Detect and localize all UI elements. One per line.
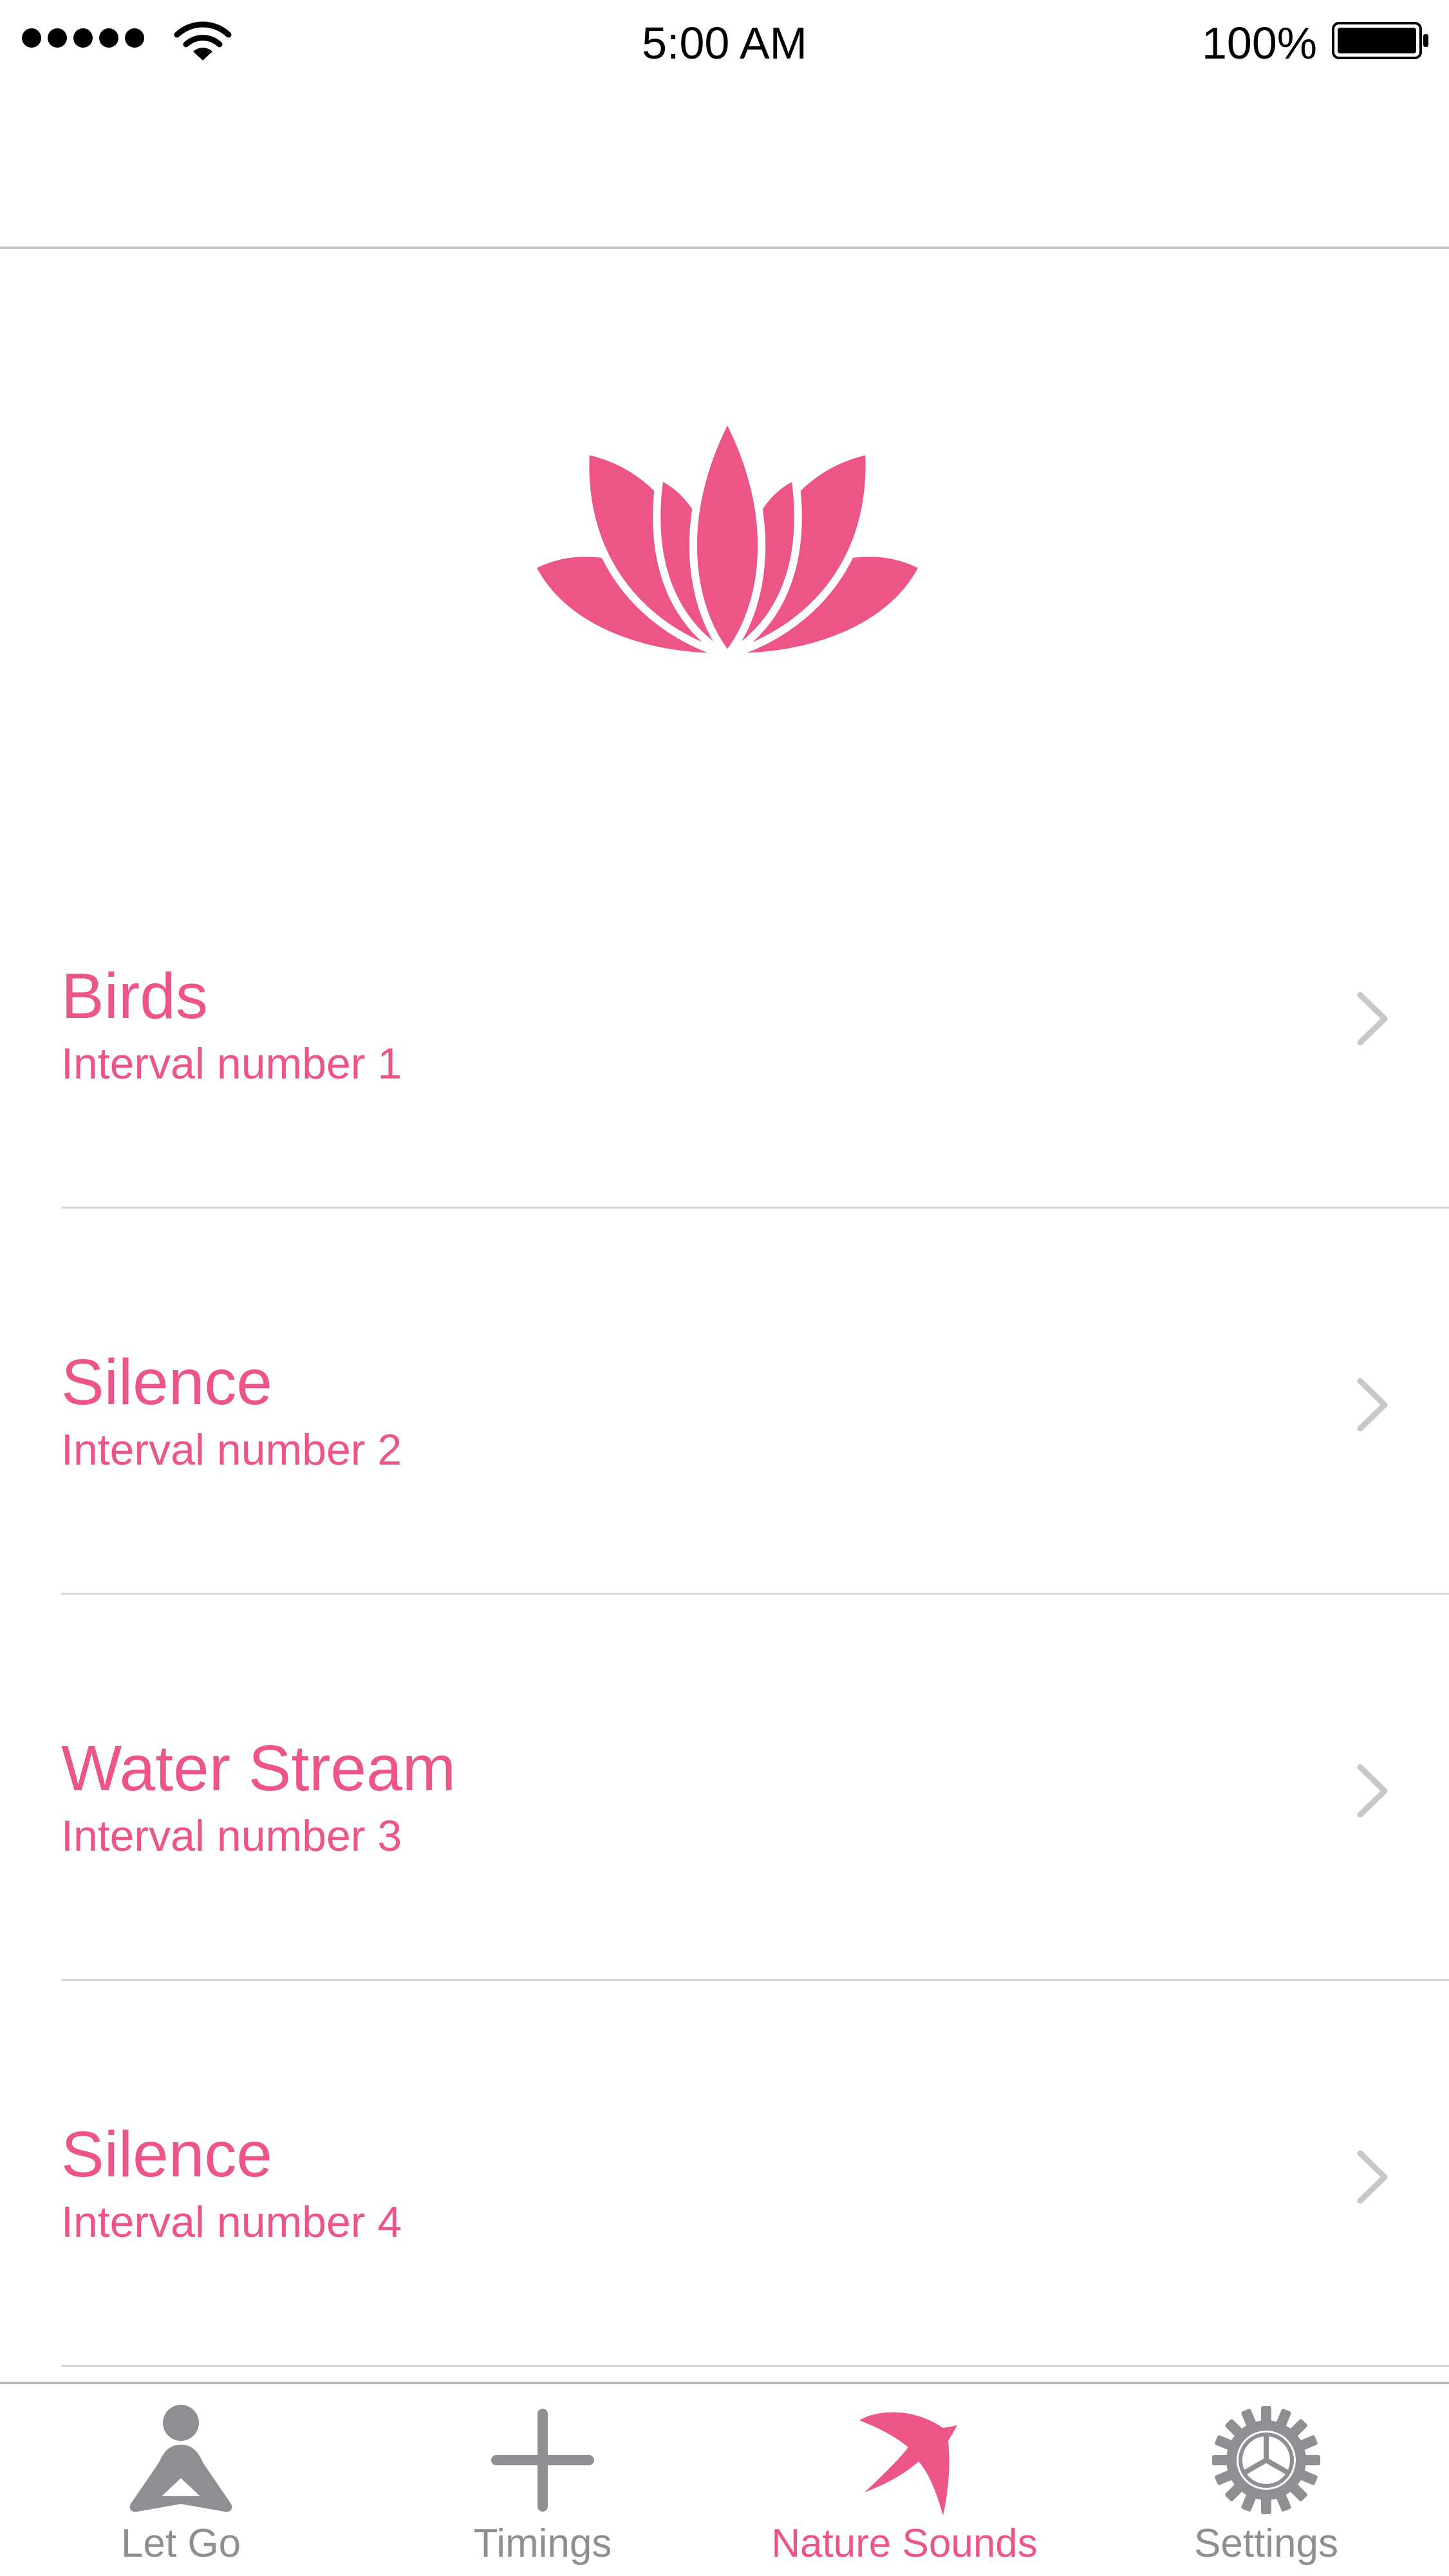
chevron-right-icon (1357, 992, 1388, 1046)
tab-settings[interactable]: Settings (1085, 2384, 1447, 2576)
bird-icon (859, 2412, 957, 2516)
meditation-icon (129, 2405, 232, 2512)
gear-icon (1208, 2402, 1324, 2518)
interval-title: Silence (61, 1346, 272, 1418)
chevron-right-icon (1357, 1378, 1388, 1432)
list-item[interactable]: Birds Interval number 1 (0, 822, 1449, 1209)
interval-title: Birds (61, 960, 208, 1032)
chevron-right-icon (1357, 1764, 1388, 1818)
list-item[interactable]: Water Stream Interval number 3 (0, 1595, 1449, 1981)
lotus-icon (528, 413, 927, 661)
list-item[interactable]: Silence Interval number 2 (0, 1209, 1449, 1595)
tab-nature-sounds[interactable]: Nature Sounds (724, 2384, 1085, 2576)
plus-icon (491, 2409, 594, 2512)
tab-label: Let Go (120, 2521, 241, 2566)
list-item[interactable]: Silence Interval number 4 (0, 1981, 1449, 2367)
interval-subtitle: Interval number 1 (61, 1039, 402, 1088)
interval-title: Silence (61, 2118, 272, 2191)
navigation-bar (0, 84, 1449, 246)
interval-subtitle: Interval number 2 (61, 1425, 402, 1474)
tab-label: Timings (473, 2521, 612, 2566)
status-bar: 5:00 AM 100% (0, 0, 1449, 84)
navigation-divider (0, 246, 1449, 249)
tab-let-go[interactable]: Let Go (0, 2384, 362, 2576)
tab-label: Settings (1193, 2521, 1339, 2566)
row-divider (61, 2365, 1449, 2367)
interval-subtitle: Interval number 3 (61, 1812, 402, 1860)
tab-timings[interactable]: Timings (362, 2384, 724, 2576)
interval-title: Water Stream (61, 1732, 456, 1804)
interval-subtitle: Interval number 4 (61, 2198, 402, 2247)
battery-icon (1332, 22, 1428, 59)
interval-list: Birds Interval number 1 Silence Interval… (0, 822, 1449, 2367)
battery-percentage: 100% (1201, 18, 1317, 68)
tab-bar: Let Go Timings Nature Sounds Settings (0, 2382, 1449, 2576)
chevron-right-icon (1357, 2150, 1388, 2204)
tab-label: Nature Sounds (771, 2521, 1038, 2566)
